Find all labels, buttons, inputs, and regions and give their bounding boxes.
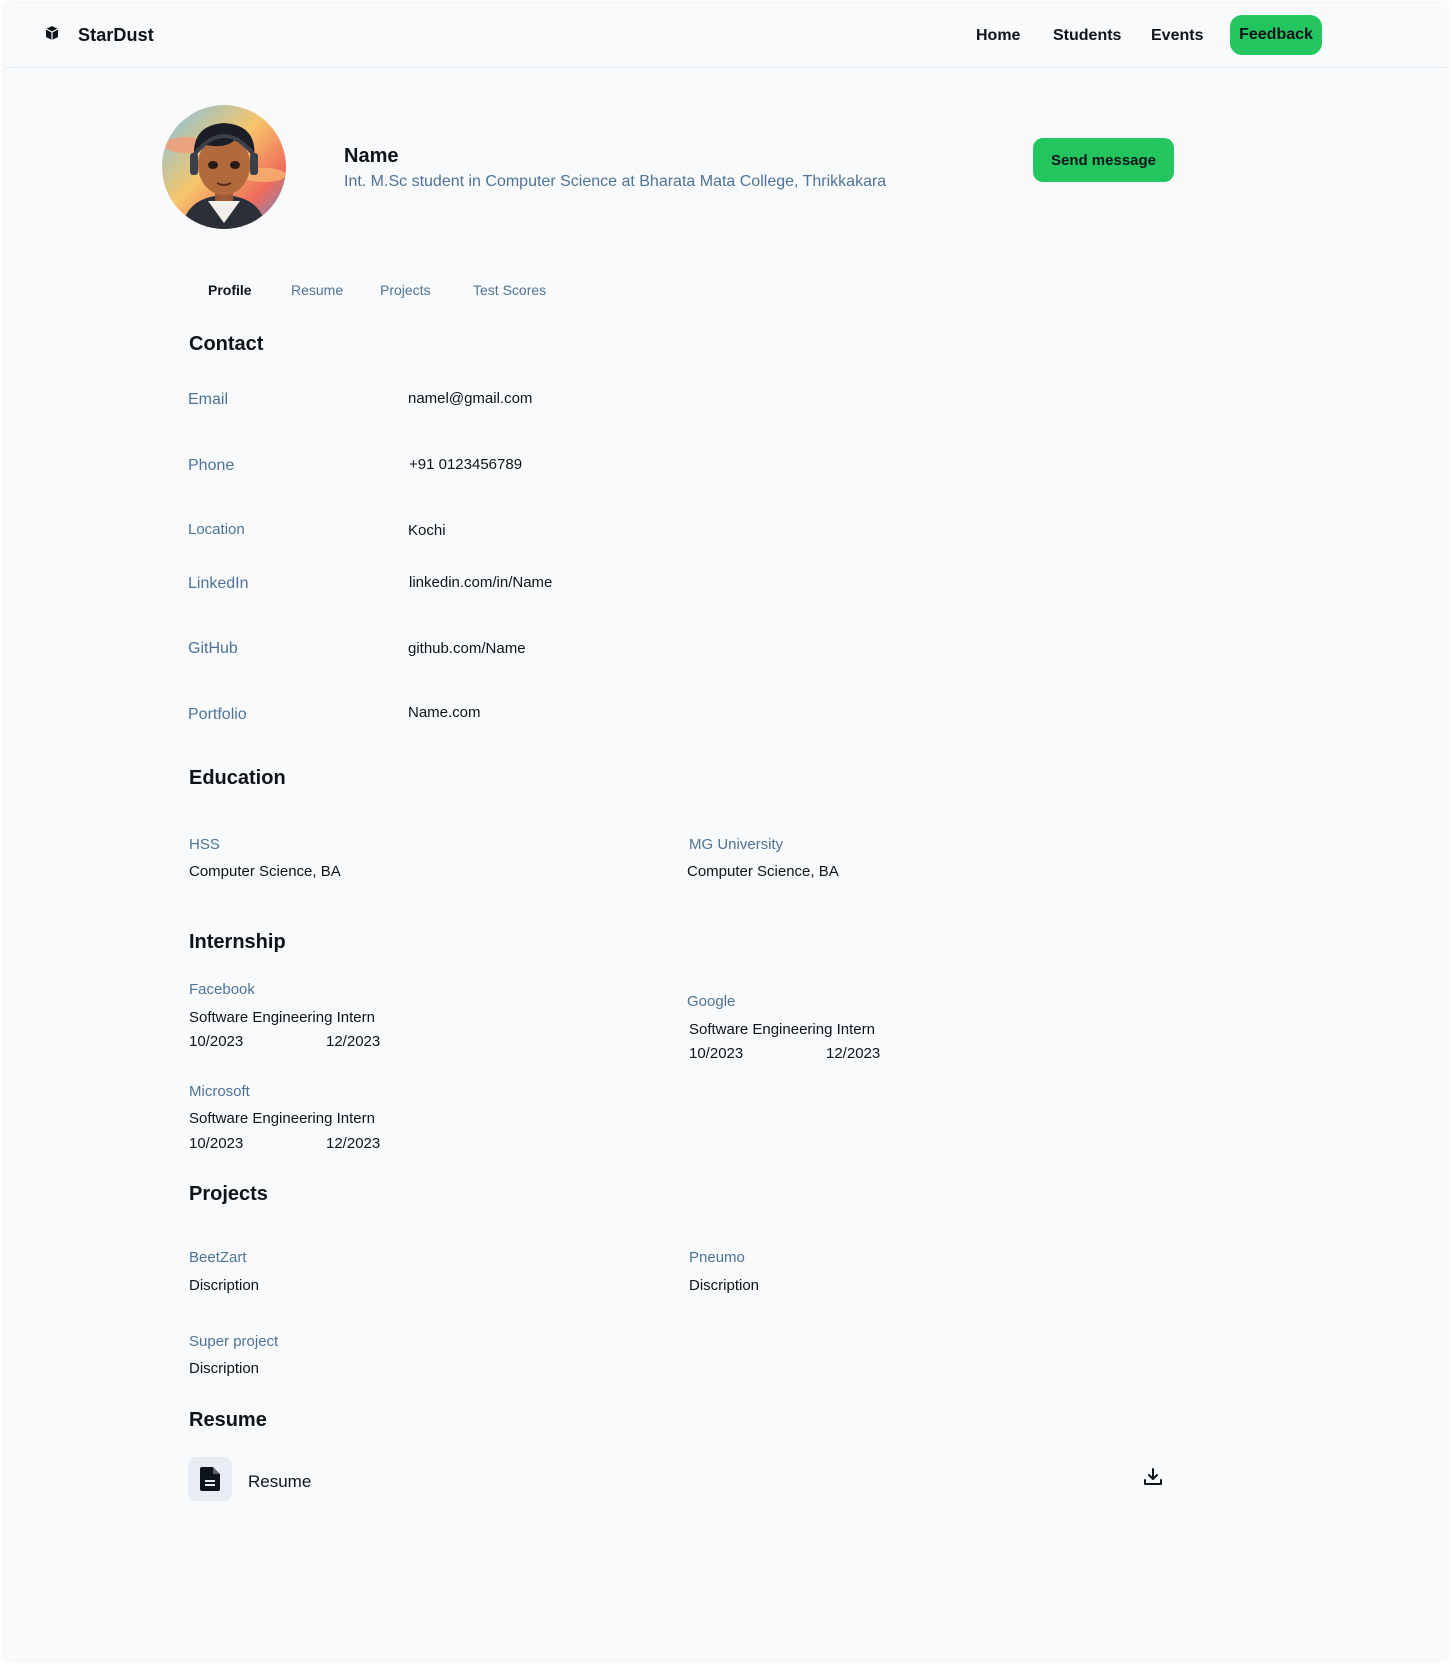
project-name: Super project [189, 1333, 279, 1350]
nav-students[interactable]: Students [1053, 27, 1121, 45]
internship-end: 12/2023 [326, 1135, 381, 1152]
education-school: HSS [189, 836, 220, 853]
internship-role: Software Engineering Intern [189, 1009, 375, 1026]
document-icon [188, 1457, 232, 1501]
resume-title: Resume [189, 1409, 267, 1431]
profile-headline: Int. M.Sc student in Computer Science at… [344, 173, 887, 190]
github-label: GitHub [188, 640, 238, 657]
internship-role: Software Engineering Intern [189, 1110, 375, 1127]
top-navbar: StarDust Home Students Events Feedback [5, 3, 1447, 68]
linkedin-value[interactable]: linkedin.com/in/Name [409, 574, 552, 591]
linkedin-label: LinkedIn [188, 575, 249, 592]
education-school: MG University [689, 836, 784, 853]
portfolio-label: Portfolio [188, 706, 247, 723]
tab-projects[interactable]: Projects [380, 282, 431, 298]
nav-events[interactable]: Events [1151, 27, 1203, 45]
resume-file-name[interactable]: Resume [248, 1472, 311, 1492]
education-degree: Computer Science, BA [189, 863, 341, 880]
internship-end: 12/2023 [826, 1045, 881, 1062]
send-message-button[interactable]: Send message [1033, 138, 1174, 182]
brand-name[interactable]: StarDust [78, 25, 154, 46]
project-name: Pneumo [689, 1249, 745, 1266]
education-title: Education [189, 767, 286, 789]
phone-value: +91 0123456789 [409, 456, 523, 473]
email-value[interactable]: namel@gmail.com [408, 390, 532, 407]
project-description: Discription [189, 1277, 260, 1294]
github-value[interactable]: github.com/Name [408, 640, 526, 657]
email-label: Email [188, 391, 229, 408]
project-description: Discription [689, 1277, 760, 1294]
internship-end: 12/2023 [326, 1033, 381, 1050]
download-icon[interactable] [1143, 1467, 1163, 1492]
internship-company: Google [687, 993, 736, 1010]
contact-title: Contact [189, 333, 264, 355]
internship-company: Facebook [189, 981, 255, 998]
feedback-button[interactable]: Feedback [1230, 15, 1322, 55]
tab-test-scores[interactable]: Test Scores [473, 282, 546, 298]
internship-company: Microsoft [189, 1083, 250, 1100]
phone-label: Phone [188, 457, 235, 474]
nav-home[interactable]: Home [976, 27, 1020, 45]
project-name: BeetZart [189, 1249, 247, 1266]
location-value: Kochi [408, 522, 446, 539]
avatar [162, 105, 286, 229]
projects-title: Projects [189, 1183, 268, 1205]
internship-start: 10/2023 [689, 1045, 744, 1062]
location-label: Location [188, 521, 245, 538]
tab-resume[interactable]: Resume [291, 282, 343, 298]
internship-start: 10/2023 [189, 1135, 244, 1152]
education-degree: Computer Science, BA [687, 863, 839, 880]
project-description: Discription [189, 1360, 260, 1377]
portfolio-value[interactable]: Name.com [408, 704, 481, 721]
internship-role: Software Engineering Intern [689, 1021, 875, 1038]
tab-profile[interactable]: Profile [208, 282, 252, 298]
internship-title: Internship [189, 931, 286, 953]
internship-start: 10/2023 [189, 1033, 244, 1050]
cube-icon [45, 25, 59, 41]
page-frame: StarDust Home Students Events Feedback N… [5, 3, 1447, 1660]
profile-name: Name [344, 145, 399, 167]
